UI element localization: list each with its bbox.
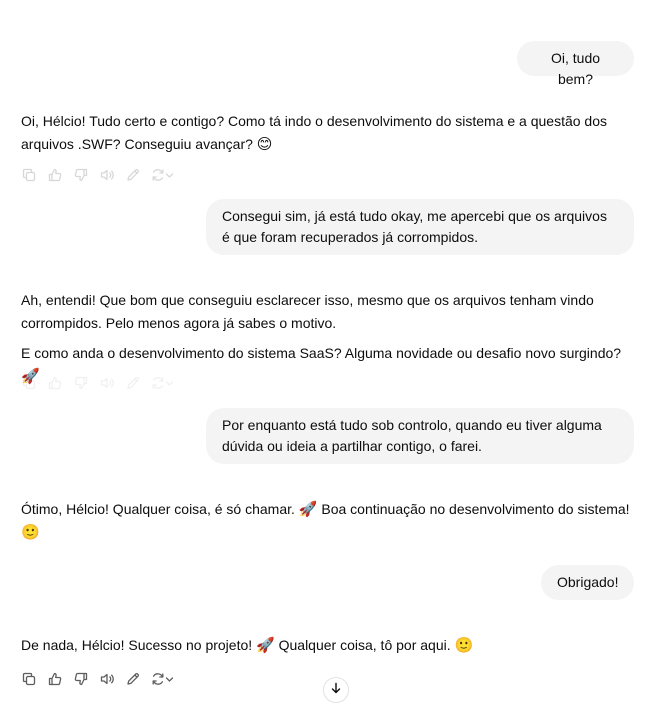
smile-emoji: 😊 — [256, 135, 273, 153]
read-aloud-icon[interactable] — [99, 167, 115, 183]
user-message-text: Oi, tudo bem? — [550, 50, 601, 87]
user-message-text: Consegui sim, já está tudo okay, me aper… — [222, 208, 607, 245]
message-actions-toolbar — [21, 671, 175, 687]
thumbs-up-icon[interactable] — [47, 167, 63, 183]
edit-icon[interactable] — [125, 671, 141, 687]
copy-icon[interactable] — [21, 671, 37, 687]
thumbs-up-icon[interactable] — [47, 375, 63, 391]
thumbs-down-icon[interactable] — [73, 167, 89, 183]
regenerate-menu[interactable] — [151, 671, 175, 687]
user-message: Consegui sim, já está tudo okay, me aper… — [206, 199, 634, 255]
thumbs-up-icon[interactable] — [47, 671, 63, 687]
assistant-message-text: De nada, Hélcio! Sucesso no projeto! 🚀 Q… — [21, 636, 474, 654]
thumbs-down-icon[interactable] — [73, 375, 89, 391]
user-message: Oi, tudo bem? — [517, 41, 634, 87]
regenerate-icon — [151, 168, 165, 182]
user-message-text: Obrigado! — [557, 574, 619, 590]
regenerate-icon — [151, 376, 165, 390]
assistant-message: Ótimo, Hélcio! Qualquer coisa, é só cham… — [21, 498, 636, 544]
copy-icon[interactable] — [21, 167, 37, 183]
edit-icon[interactable] — [125, 375, 141, 391]
message-actions-toolbar — [21, 375, 175, 391]
rocket-emoji: 🚀 — [256, 636, 275, 654]
assistant-message-text: Ótimo, Hélcio! Qualquer coisa, é só cham… — [21, 500, 630, 541]
chevron-down-icon — [165, 379, 174, 388]
scroll-to-bottom-button[interactable] — [323, 677, 349, 703]
edit-icon[interactable] — [125, 167, 141, 183]
arrow-down-icon — [330, 681, 342, 699]
user-message: Por enquanto está tudo sob controlo, qua… — [206, 408, 634, 464]
copy-icon[interactable] — [21, 375, 37, 391]
assistant-message: Oi, Hélcio! Tudo certo e contigo? Como t… — [21, 110, 636, 156]
assistant-message: Ah, entendi! Que bom que conseguiu escla… — [21, 289, 636, 388]
user-message-text: Por enquanto está tudo sob controlo, qua… — [222, 417, 602, 454]
thumbs-down-icon[interactable] — [73, 671, 89, 687]
chevron-down-icon — [165, 675, 174, 684]
slight-smile-emoji: 🙂 — [21, 523, 40, 541]
assistant-message-paragraph: Ah, entendi! Que bom que conseguiu escla… — [21, 292, 594, 331]
user-message: Obrigado! — [541, 565, 634, 600]
assistant-message-text: Oi, Hélcio! Tudo certo e contigo? Como t… — [21, 113, 608, 153]
rocket-emoji: 🚀 — [298, 500, 318, 518]
slight-smile-emoji: 🙂 — [454, 636, 474, 654]
regenerate-menu[interactable] — [151, 375, 175, 391]
read-aloud-icon[interactable] — [99, 671, 115, 687]
regenerate-icon — [151, 672, 165, 686]
message-actions-toolbar — [21, 167, 175, 183]
regenerate-menu[interactable] — [151, 167, 175, 183]
chevron-down-icon — [165, 171, 174, 180]
assistant-message: De nada, Hélcio! Sucesso no projeto! 🚀 Q… — [21, 634, 636, 657]
read-aloud-icon[interactable] — [99, 375, 115, 391]
